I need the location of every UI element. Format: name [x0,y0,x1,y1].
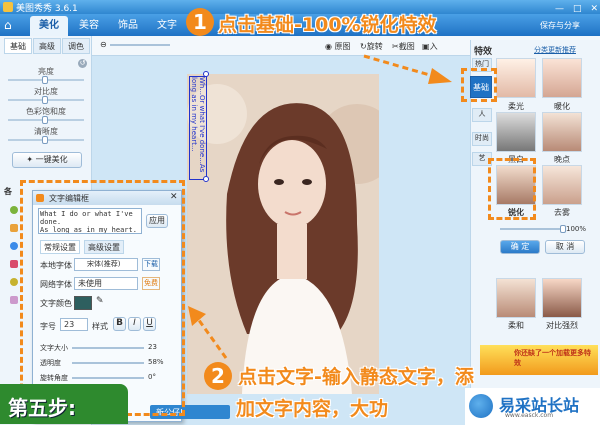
subtab-advanced[interactable]: 高级 [33,38,61,54]
tool-icon-red[interactable] [10,260,18,268]
subtab-color[interactable]: 调色 [62,38,90,54]
highlight-sharpen-effect [488,158,536,220]
effect-label-warm: 暖化 [554,102,570,111]
watermark: 易采站长站 www.easck.com [465,388,600,425]
promo-banner[interactable]: 你还缺了一个加载更多特效 [480,345,598,375]
effect-strength-slider[interactable] [500,228,564,230]
category-people[interactable]: 人 [472,108,492,122]
highlight-text-dialog [20,180,185,416]
contrast-knob[interactable] [42,96,48,104]
watermark-subtext: www.easck.com [505,412,554,419]
tool-icon-green[interactable] [10,206,18,214]
effect-thumb-softlight[interactable] [496,58,536,98]
highlight-basic-category [461,68,497,102]
rotate-handle[interactable] [203,71,209,77]
effect-thumb-late[interactable] [542,112,582,152]
tab-accessory[interactable]: 饰品 [110,16,146,36]
category-fashion[interactable]: 时尚 [472,132,492,146]
step2-badge: 2 [204,362,232,390]
window-controls[interactable]: — □ ✕ [520,1,598,14]
step2-instruction-line2: 加文字内容，大功 [236,398,389,420]
effects-title: 特效 [474,47,493,57]
effect-strength-value: 100% [566,225,587,233]
zoom-slider[interactable]: ⊖ [100,40,180,50]
home-icon[interactable]: ⌂ [4,18,24,34]
resize-handle[interactable] [203,176,209,182]
screenshot-button[interactable]: ✂截图 [392,41,415,52]
step1-instruction: 点击基础-100%锐化特效 [218,14,437,36]
tab-beauty[interactable]: 美容 [71,16,107,36]
clarity-knob[interactable] [42,136,48,144]
effect-label-dehaze: 去雾 [554,208,570,217]
effect-thumb-contrast[interactable] [542,278,582,318]
tab-beautify[interactable]: 美化 [30,16,68,36]
cancel-button[interactable]: 取 消 [545,240,585,254]
more-button[interactable]: ▣入 [422,41,438,52]
step2-instruction-line1: 点击文字-输入静态文字，添 [238,366,474,388]
effect-thumb-hot2[interactable] [542,58,582,98]
tool-icon-pink[interactable] [10,296,18,304]
section-label: 各 [4,187,12,196]
category-link[interactable]: 分类更新推荐 [534,45,576,55]
tab-text[interactable]: 文字 [149,16,185,36]
effect-label-softlight: 柔光 [508,102,524,111]
overlay-text: Wh...Or what I've done...As long as in m… [190,77,206,173]
effect-thumb-dehaze[interactable] [542,165,582,205]
effect-thumb-bw[interactable] [496,112,536,152]
app-logo-icon [3,2,13,12]
rotate-button[interactable]: ↻旋转 [360,41,383,52]
tool-icon-blue[interactable] [10,242,18,250]
brightness-knob[interactable] [42,76,48,84]
original-button[interactable]: ◉ 原图 [325,41,351,52]
subtab-basic[interactable]: 基础 [4,38,32,54]
save-share-button[interactable]: 保存与分享 [540,20,598,32]
app-title: 美图秀秀 3.6.1 [16,4,78,14]
confirm-button[interactable]: 确 定 [500,240,540,254]
effect-label-contrast: 对比强烈 [546,321,578,330]
tool-icon-orange[interactable] [10,224,18,232]
one-click-beautify-button[interactable]: ✦ 一键美化 [12,152,82,168]
effect-label-late: 晚点 [554,155,570,164]
watermark-logo-icon [469,394,493,418]
text-selection-box[interactable]: Wh...Or what I've done...As long as in m… [189,76,207,180]
effect-thumb-soft[interactable] [496,278,536,318]
arrow-to-basic [363,54,452,84]
arrow-to-dialog [188,306,228,359]
step1-badge: 1 [186,8,214,36]
saturation-knob[interactable] [42,116,48,124]
step5-label: 第五步: [0,384,128,424]
tool-icon-yellow[interactable] [10,278,18,286]
effect-label-soft: 柔和 [508,321,524,330]
